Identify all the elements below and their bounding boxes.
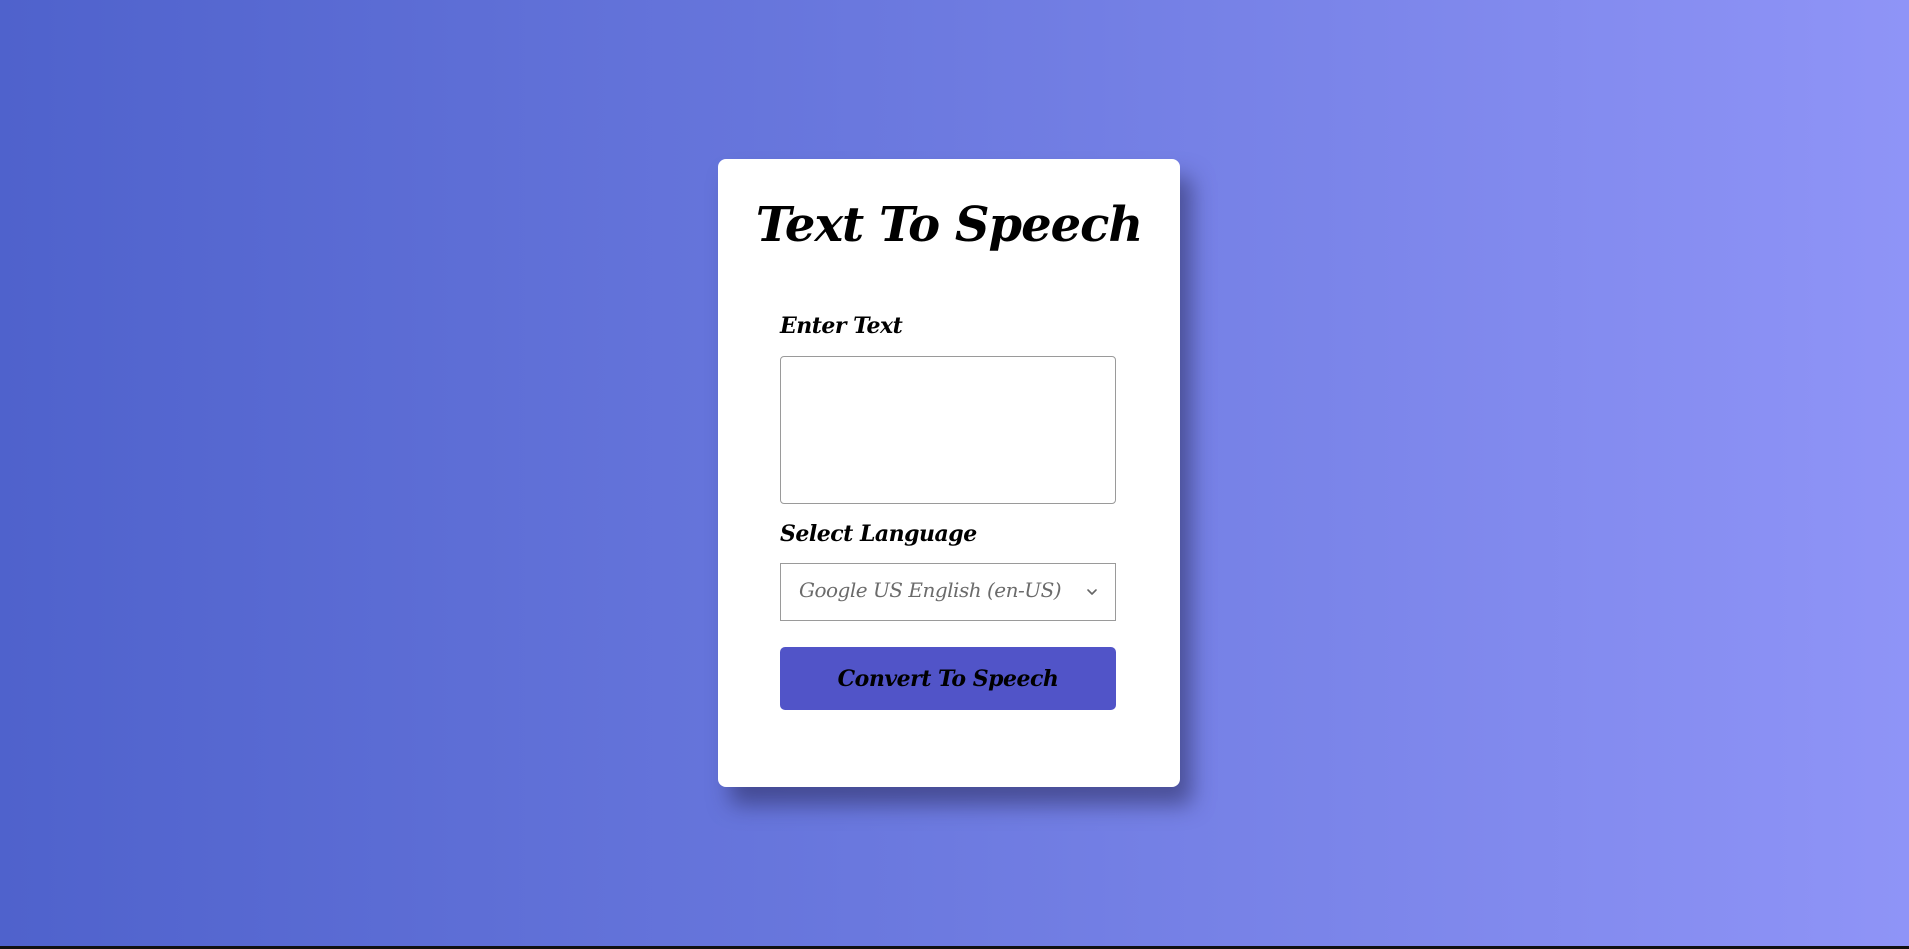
select-language-label: Select Language — [780, 521, 977, 547]
convert-to-speech-button[interactable]: Convert To Speech — [780, 647, 1116, 710]
language-select-value: Google US English (en-US) — [799, 578, 1062, 602]
chevron-down-icon — [1087, 589, 1097, 595]
tts-card: Text To Speech Enter Text Select Languag… — [718, 159, 1180, 787]
enter-text-label: Enter Text — [780, 313, 903, 339]
page-title: Text To Speech — [755, 197, 1144, 253]
language-select[interactable]: Google US English (en-US) — [780, 563, 1116, 621]
text-input[interactable] — [780, 356, 1116, 504]
